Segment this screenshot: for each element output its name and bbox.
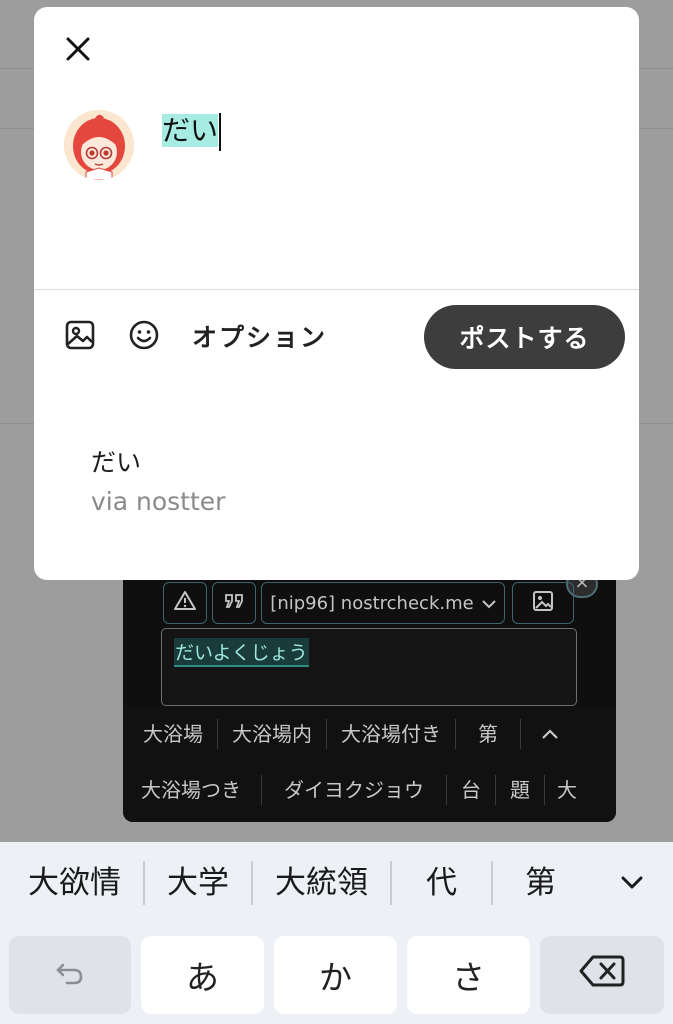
compose-input-value: だい xyxy=(162,114,219,147)
dark-textarea-value: だいよくじょう xyxy=(174,638,309,667)
chevron-down-icon xyxy=(481,593,496,614)
close-button[interactable] xyxy=(60,33,96,69)
compose-modal: だい オプション ポストする だい via nostter xyxy=(34,7,639,580)
chevron-up-icon[interactable] xyxy=(541,725,559,744)
backspace-key[interactable] xyxy=(540,936,664,1014)
dark-candidate[interactable]: 大浴場つき xyxy=(123,775,262,805)
dark-candidate[interactable]: 大浴場付き xyxy=(327,719,456,749)
compose-input[interactable]: だい xyxy=(162,111,222,151)
dark-candidate-row: 大浴場つき ダイヨクジョウ 台 題 大 xyxy=(123,764,616,816)
attach-image-button[interactable] xyxy=(63,320,97,354)
emoji-button[interactable] xyxy=(127,320,161,354)
backspace-icon xyxy=(579,954,625,996)
dark-image-button[interactable] xyxy=(512,582,574,624)
dark-textarea[interactable]: だいよくじょう xyxy=(161,628,577,706)
dark-quote-button[interactable] xyxy=(212,582,256,624)
dark-candidate[interactable]: 大浴場内 xyxy=(218,719,327,749)
image-icon xyxy=(531,589,555,617)
dark-candidate[interactable]: ダイヨクジョウ xyxy=(262,775,447,805)
key-a[interactable]: あ xyxy=(141,936,264,1014)
chevron-down-icon xyxy=(621,875,643,894)
image-icon xyxy=(64,319,96,355)
keyboard-candidate[interactable]: 大欲情 xyxy=(0,861,145,905)
upload-server-select[interactable]: [nip96] nostrcheck.me xyxy=(261,582,505,624)
quote-icon xyxy=(222,589,246,617)
dark-candidate[interactable]: 大浴場 xyxy=(123,719,218,749)
close-icon xyxy=(64,35,92,67)
keyboard-candidate[interactable]: 大学 xyxy=(145,861,253,905)
key-ka[interactable]: か xyxy=(274,936,397,1014)
preview-text: だい xyxy=(91,448,142,477)
options-button[interactable]: オプション xyxy=(192,320,327,356)
dark-candidate[interactable]: 題 xyxy=(496,775,545,805)
keyboard-candidate-row: 大欲情 大学 大統領 代 第 xyxy=(0,842,673,924)
dark-candidate[interactable]: 台 xyxy=(447,775,496,805)
keyboard-candidate[interactable]: 代 xyxy=(392,861,493,905)
warning-icon xyxy=(173,589,197,617)
undo-key[interactable] xyxy=(9,936,131,1014)
post-button[interactable]: ポストする xyxy=(424,305,625,369)
emoji-icon xyxy=(128,319,160,355)
upload-server-label: [nip96] nostrcheck.me xyxy=(270,592,474,614)
keyboard-candidate[interactable]: 大統領 xyxy=(253,861,392,905)
dark-candidate-bar: 大浴場 大浴場内 大浴場付き 第 大浴場つき ダイヨクジョウ 台 題 大 xyxy=(123,706,616,822)
text-caret xyxy=(219,113,222,151)
dark-candidate-row: 大浴場 大浴場内 大浴場付き 第 xyxy=(123,708,616,760)
expand-candidates-button[interactable] xyxy=(612,864,652,904)
key-sa[interactable]: さ xyxy=(407,936,530,1014)
toolbar-divider xyxy=(34,289,639,290)
soft-keyboard: 大欲情 大学 大統領 代 第 あ か さ xyxy=(0,842,673,1024)
dark-candidate[interactable]: 大 xyxy=(545,775,589,805)
preview-via: via nostter xyxy=(91,487,226,516)
avatar[interactable] xyxy=(64,110,134,180)
undo-icon xyxy=(55,956,85,995)
dark-candidate[interactable]: 第 xyxy=(456,719,521,749)
dark-warning-button[interactable] xyxy=(163,582,207,624)
keyboard-candidate[interactable]: 第 xyxy=(493,861,559,905)
